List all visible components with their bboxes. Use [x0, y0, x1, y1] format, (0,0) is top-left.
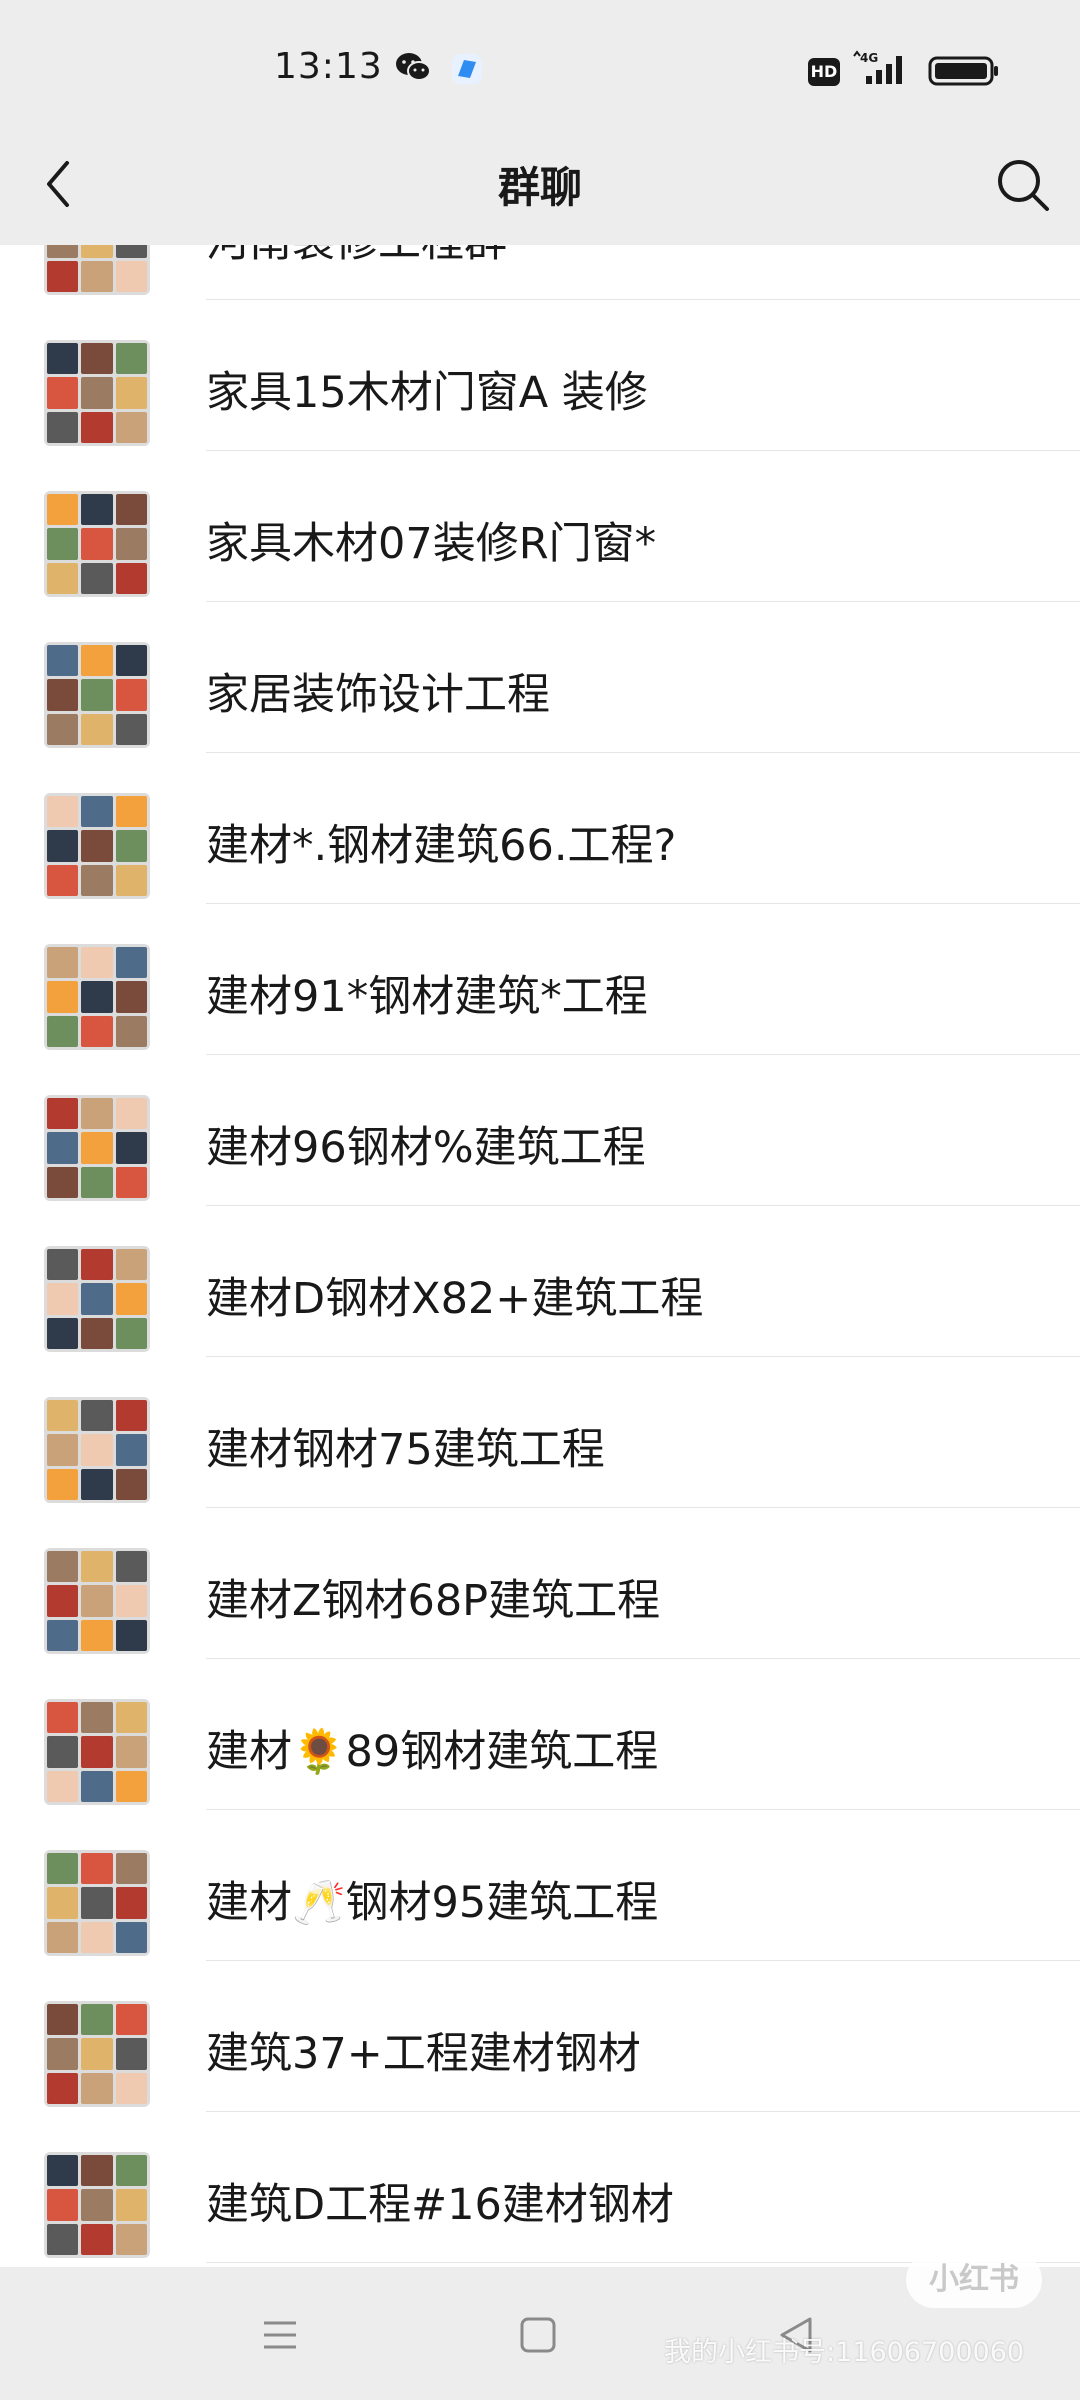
group-row[interactable]: 建材🥂钢材95建筑工程: [0, 1810, 1080, 1961]
group-avatar: [44, 944, 150, 1050]
group-avatar: [44, 793, 150, 899]
group-chat-list[interactable]: 河南装修工程群家具15木材门窗A 装修家具木材07装修R门窗*家居装饰设计工程建…: [0, 245, 1080, 2267]
group-avatar: [44, 2152, 150, 2258]
group-row[interactable]: 家居装饰设计工程: [0, 602, 1080, 753]
xiaohongshu-watermark-logo: 小红书: [906, 2252, 1042, 2308]
square-icon: [518, 2315, 558, 2359]
group-avatar: [44, 1397, 150, 1503]
group-row[interactable]: 家具15木材门窗A 装修: [0, 300, 1080, 451]
group-avatar: [44, 2001, 150, 2107]
group-avatar: [44, 340, 150, 446]
menu-icon: [260, 2315, 300, 2359]
nav-home-button[interactable]: [508, 2307, 568, 2367]
group-chat-list-content: 河南装修工程群家具15木材门窗A 装修家具木材07装修R门窗*家居装饰设计工程建…: [0, 245, 1080, 2263]
group-row[interactable]: 建材🌻89钢材建筑工程: [0, 1659, 1080, 1810]
search-button[interactable]: [988, 152, 1058, 222]
hd-badge: HD: [808, 58, 840, 86]
group-avatar: [44, 245, 150, 295]
group-row[interactable]: 河南装修工程群: [0, 245, 1080, 300]
group-row[interactable]: 建材91*钢材建筑*工程: [0, 904, 1080, 1055]
group-avatar: [44, 491, 150, 597]
group-row[interactable]: 建材*.钢材建筑66.工程?: [0, 753, 1080, 904]
svg-text:4G: 4G: [860, 51, 878, 65]
page-title: 群聊: [497, 163, 582, 212]
group-row[interactable]: 建筑D工程#16建材钢材: [0, 2112, 1080, 2263]
battery-icon: [928, 56, 1000, 90]
title-bar: 群聊: [0, 130, 1080, 245]
group-row[interactable]: 建材D钢材X82+建筑工程: [0, 1206, 1080, 1357]
app-notification-icon: [450, 52, 484, 90]
group-avatar: [44, 1699, 150, 1805]
group-row[interactable]: 建筑37+工程建材钢材: [0, 1961, 1080, 2112]
group-avatar: [44, 642, 150, 748]
group-name: 建筑D工程#16建材钢材: [206, 2180, 674, 2230]
status-bar: 13:13 HD 4G: [0, 0, 1080, 130]
group-avatar: [44, 1095, 150, 1201]
wechat-icon: [395, 52, 431, 86]
group-row[interactable]: 建材Z钢材68P建筑工程: [0, 1508, 1080, 1659]
group-avatar: [44, 1246, 150, 1352]
status-time: 13:13: [274, 46, 383, 87]
group-row[interactable]: 建材96钢材%建筑工程: [0, 1055, 1080, 1206]
nav-menu-button[interactable]: [250, 2307, 310, 2367]
group-row[interactable]: 家具木材07装修R门窗*: [0, 451, 1080, 602]
group-avatar: [44, 1548, 150, 1654]
watermark-text: 我的小红书号:11606700060: [664, 2337, 1025, 2368]
search-icon: [995, 157, 1051, 217]
signal-icon: 4G: [852, 50, 916, 90]
group-avatar: [44, 1850, 150, 1956]
group-row[interactable]: 建材钢材75建筑工程: [0, 1357, 1080, 1508]
